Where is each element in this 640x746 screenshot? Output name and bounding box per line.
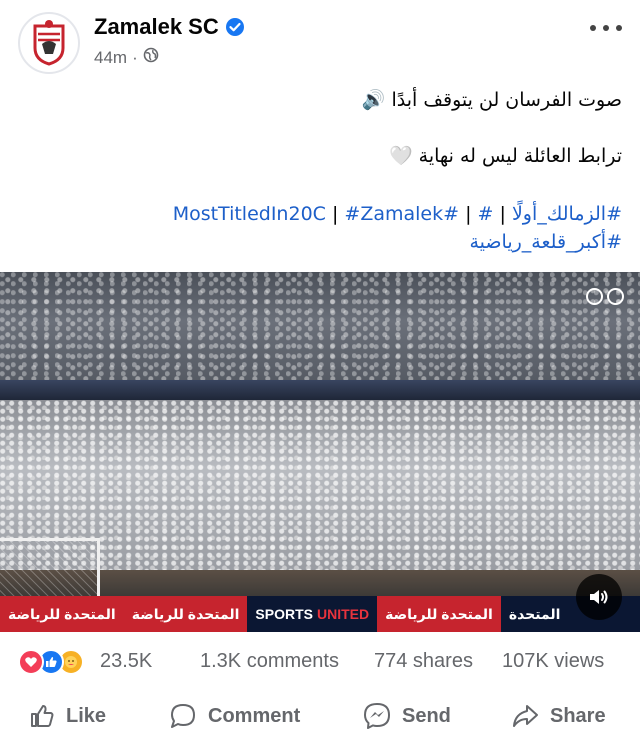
hashtag-biggest-sports-fortress[interactable]: #أكبر_قلعة_رياضية <box>22 228 623 256</box>
comment-count[interactable]: 1.3K comments <box>200 650 339 673</box>
comment-button[interactable]: Comment <box>168 698 300 734</box>
hashtag-separator: | <box>499 203 506 225</box>
ad-united-ar: المتحدة <box>500 596 569 632</box>
zamalek-logo-icon <box>22 16 76 70</box>
speaker-icon <box>590 590 608 604</box>
globe-icon <box>143 47 159 68</box>
hashtags: #الزمالك_أولًا | # | #MostTitledIn20C | … <box>22 200 622 256</box>
dot-icon <box>590 25 596 31</box>
send-button[interactable]: Send <box>362 698 451 734</box>
love-reaction-icon <box>18 649 44 675</box>
ad-united-sports-ar: المتحدة للرياضة <box>377 596 501 632</box>
more-options-button[interactable] <box>590 16 622 40</box>
share-label: Share <box>550 704 606 727</box>
hashtag-separator: | <box>331 203 339 225</box>
meta-dot: · <box>132 47 138 67</box>
messenger-icon <box>364 703 390 729</box>
unmute-button[interactable] <box>576 574 622 620</box>
share-count[interactable]: 774 shares <box>374 650 473 673</box>
dot-icon <box>616 25 622 31</box>
post-time[interactable]: 44m <box>94 48 127 68</box>
ad-sports-text: SPORTS <box>255 606 313 622</box>
hashtag-empty[interactable]: # <box>478 203 494 225</box>
hashtag-zamalek-first[interactable]: #الزمالك_أولًا <box>512 203 622 225</box>
post-actions: Like Comment Send Share <box>0 690 640 742</box>
page-name[interactable]: Zamalek SC <box>94 14 219 40</box>
page-name-row: Zamalek SC <box>94 14 245 40</box>
share-arrow-icon <box>513 705 538 727</box>
advertising-board: المتحدة للرياضة المتحدة للرياضة SPORTS U… <box>0 596 640 632</box>
ad-united-sports-ar: المتحدة للرياضة <box>0 596 124 632</box>
like-label: Like <box>66 704 107 727</box>
caption-line-2: ترابط العائلة ليس له نهاية 🤍 <box>388 145 622 167</box>
ad-united-text: UNITED <box>316 606 370 622</box>
view-count: 107K views <box>502 650 605 672</box>
send-label: Send <box>402 704 451 727</box>
hashtag-zamalek[interactable]: #Zamalek <box>344 203 443 225</box>
channel-watermark-icon <box>586 288 624 312</box>
ad-sports-united: SPORTS UNITED <box>247 596 378 632</box>
crowd-upper-tier <box>0 272 640 382</box>
stand-railing <box>0 380 640 400</box>
post-header: Zamalek SC 44m · <box>0 0 640 80</box>
reaction-count[interactable]: 23.5K <box>100 650 152 673</box>
thumbs-up-icon <box>31 705 54 727</box>
comment-label: Comment <box>208 704 301 727</box>
hashtag-separator: | <box>465 203 472 225</box>
reaction-icons[interactable] <box>18 649 84 675</box>
page-avatar[interactable] <box>18 12 80 74</box>
ad-united-sports-ar: المتحدة للرياضة <box>123 596 248 632</box>
engagement-stats: 23.5K 1.3K comments 774 shares 107K view… <box>0 640 640 684</box>
verified-badge-icon <box>225 17 245 37</box>
post-meta: 44m · <box>94 47 159 68</box>
hashtags-line-1: #الزمالك_أولًا | # | #MostTitledIn20C | … <box>22 200 622 228</box>
dot-icon <box>603 25 609 31</box>
share-button[interactable]: Share <box>510 698 606 734</box>
comment-bubble-icon <box>171 704 195 728</box>
caption-line-1: صوت الفرسان لن يتوقف أبدًا 🔊 <box>361 89 622 111</box>
video-player[interactable]: المتحدة للرياضة المتحدة للرياضة SPORTS U… <box>0 272 640 632</box>
like-button[interactable]: Like <box>28 698 106 734</box>
